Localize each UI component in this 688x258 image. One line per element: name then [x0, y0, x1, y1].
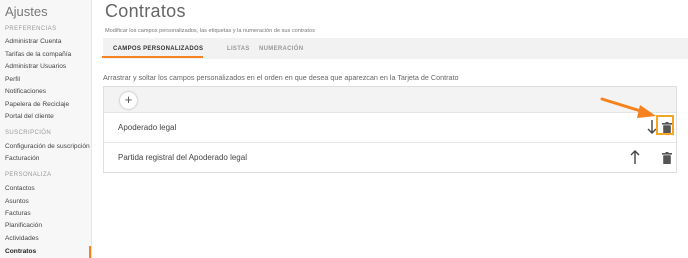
sidebar-section-preferencias: PREFERENCIAS	[5, 26, 57, 32]
sidebar-item-papelera[interactable]: Papelera de Reciclaje	[5, 101, 69, 108]
sidebar-item-contratos[interactable]: Contratos	[5, 248, 36, 255]
sidebar-item-facturacion[interactable]: Facturación	[5, 155, 39, 162]
instructions-text: Arrastrar y soltar los campos personaliz…	[103, 73, 459, 82]
sidebar-item-perfil[interactable]: Perfil	[5, 76, 20, 83]
sidebar-item-actividades[interactable]: Actividades	[5, 235, 39, 242]
main-content: Contratos Modificar los campos personali…	[92, 0, 688, 258]
page-subtitle: Modificar los campos personalizados, las…	[105, 28, 315, 34]
sidebar-item-asuntos[interactable]: Asuntos	[5, 198, 29, 205]
add-field-row: +	[104, 87, 676, 113]
custom-field-row[interactable]: Apoderado legal	[104, 113, 676, 143]
custom-fields-panel: + Apoderado legal Partida registral del …	[103, 86, 677, 173]
active-tab-underline	[102, 56, 203, 58]
tab-listas[interactable]: LISTAS	[227, 46, 250, 52]
page-title: Contratos	[105, 1, 186, 21]
arrow-up-icon[interactable]	[629, 149, 641, 165]
custom-field-row[interactable]: Partida registral del Apoderado legal	[104, 143, 676, 173]
sidebar-item-contactos[interactable]: Contactos	[5, 185, 35, 192]
tab-campos-personalizados[interactable]: CAMPOS PERSONALIZADOS	[113, 46, 203, 52]
sidebar-item-tarifas[interactable]: Tarifas de la compañía	[5, 51, 71, 58]
annotation-arrow-icon	[600, 97, 656, 118]
field-label: Partida registral del Apoderado legal	[118, 153, 247, 162]
field-label: Apoderado legal	[118, 123, 177, 132]
sidebar-item-notificaciones[interactable]: Notificaciones	[5, 88, 46, 95]
tab-numeracion[interactable]: NUMERACIÓN	[259, 46, 303, 52]
sidebar-item-administrar-usuarios[interactable]: Administrar Usuarios	[5, 63, 66, 70]
settings-sidebar: Ajustes PREFERENCIAS Administrar Cuenta …	[0, 0, 92, 258]
sidebar-title: Ajustes	[5, 4, 48, 19]
sidebar-item-planificacion[interactable]: Planificación	[5, 222, 42, 229]
sidebar-item-administrar-cuenta[interactable]: Administrar Cuenta	[5, 38, 61, 45]
sidebar-item-portal-cliente[interactable]: Portal del cliente	[5, 113, 54, 120]
sidebar-section-suscripcion: SUSCRIPCIÓN	[5, 130, 52, 136]
sidebar-item-facturas[interactable]: Facturas	[5, 210, 31, 217]
add-field-button[interactable]: +	[120, 92, 137, 109]
sidebar-item-configuracion-suscripcion[interactable]: Configuración de suscripción	[5, 143, 90, 150]
sidebar-section-personaliza: PERSONALIZA	[5, 172, 52, 178]
trash-icon[interactable]	[662, 151, 672, 164]
